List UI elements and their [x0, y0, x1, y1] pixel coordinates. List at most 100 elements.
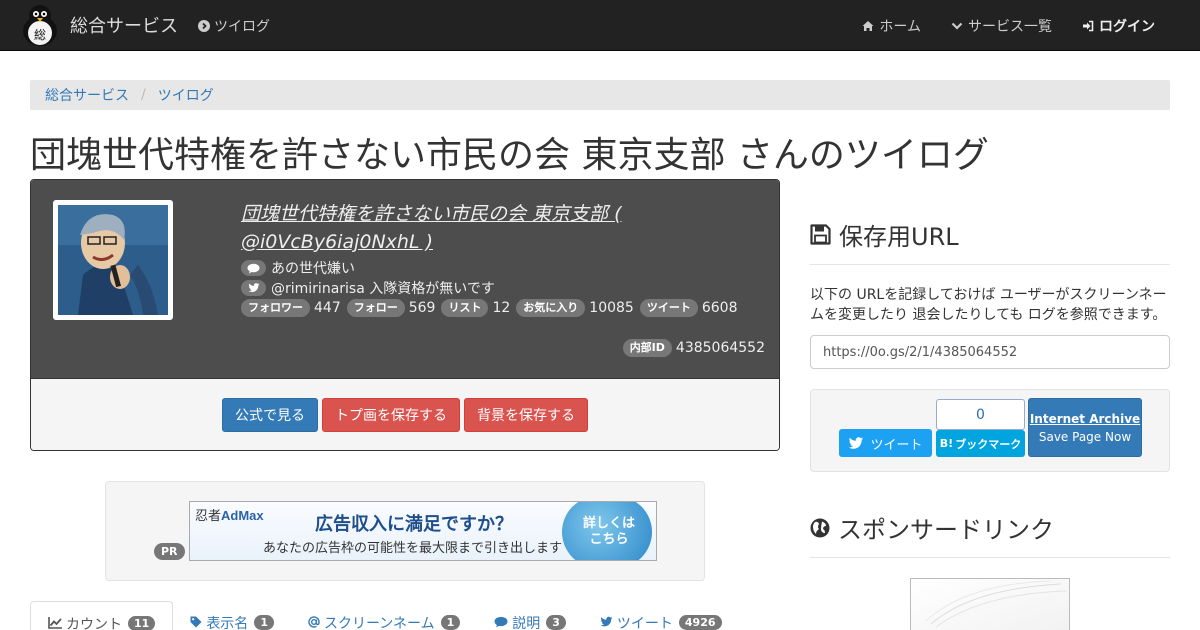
stat-followers-label: フォロワー — [241, 299, 310, 317]
nav-home[interactable]: ホーム — [862, 16, 921, 36]
tab-count-label: カウント — [66, 617, 122, 630]
penguin-logo-icon: 総 — [23, 5, 57, 46]
tab-screen-name[interactable]: スクリーンネーム 1 — [291, 601, 477, 630]
profile-stats: フォロワー 447 フォロー 569 リスト 12 お気に入り 10085 ツイ… — [241, 299, 743, 317]
internal-id-value: 4385064552 — [675, 340, 765, 356]
hatena-label: ブックマーク — [955, 437, 1022, 451]
profile-bio: あの世代嫌い — [271, 261, 355, 277]
stat-following-label: フォロー — [346, 299, 405, 317]
nav-login-label: ログイン — [1099, 19, 1155, 35]
breadcrumb-home[interactable]: 総合サービス — [45, 85, 129, 105]
hatena-icon: B! — [939, 437, 954, 450]
tab-tweets-badge: 4926 — [678, 615, 722, 630]
tab-tweets-label: ツイート — [616, 616, 673, 630]
save-url-description: 以下の URLを記録しておけば ユーザーがスクリーンネームを変更したり 退会した… — [810, 287, 1167, 323]
tweet-button[interactable]: ツイート — [839, 429, 932, 457]
tab-count[interactable]: カウント 11 — [30, 601, 174, 630]
stat-tweets-value: 6608 — [701, 300, 738, 316]
tab-display-name-badge: 1 — [254, 615, 274, 630]
ad-headline: 広告収入に満足ですか？ — [315, 514, 513, 535]
sponsor-title: スポンサードリンク — [838, 516, 1054, 544]
tab-description[interactable]: 説明 3 — [477, 601, 583, 630]
internal-id-row: 内部ID 4385064552 — [622, 339, 765, 357]
tab-description-label: 説明 — [512, 616, 541, 630]
profile-display-name[interactable]: 団塊世代特権を許さない市民の会 東京支部 ( @i0VcBy6iaj0NxhL … — [241, 200, 681, 256]
at-icon — [308, 616, 320, 628]
profile-twitter-row: @rimirinarisa 入隊資格が無いです — [241, 278, 495, 298]
divider — [810, 264, 1170, 265]
twitter-icon — [849, 436, 864, 449]
chevron-circle-right-icon — [198, 20, 210, 32]
breadcrumb-separator: / — [141, 87, 146, 103]
tab-tweets[interactable]: ツイート 4926 — [583, 601, 739, 630]
profile-twitter-line: @rimirinarisa 入隊資格が無いです — [271, 281, 495, 297]
tweet-label: ツイート — [870, 437, 923, 453]
view-official-button[interactable]: 公式で見る — [222, 398, 318, 432]
nav-services[interactable]: サービス一覧 — [951, 16, 1052, 36]
page-title: 団塊世代特権を許さない市民の会 東京支部 さんのツイログ — [30, 135, 989, 176]
profile-bio-row: あの世代嫌い — [241, 258, 355, 278]
save-avatar-button[interactable]: トプ画を保存する — [322, 398, 460, 432]
svg-text:総: 総 — [34, 28, 46, 42]
floppy-disk-icon — [810, 224, 831, 245]
sponsor-ad-frame[interactable] — [910, 578, 1070, 630]
comment-icon — [494, 616, 508, 628]
save-url-field[interactable] — [810, 335, 1170, 369]
internet-archive-subtitle: Save Page Now — [1038, 429, 1132, 444]
tab-screen-name-label: スクリーンネーム — [323, 616, 435, 630]
ad-logo-a: 忍者 — [195, 508, 222, 523]
chevron-down-icon — [951, 22, 963, 30]
ad-banner[interactable]: 忍者AdMax 広告収入に満足ですか？ あなたの広告枠の可能性を最大限まで引き出… — [189, 501, 657, 561]
tab-count-badge: 11 — [128, 616, 156, 630]
ad-logo: 忍者AdMax — [195, 505, 264, 524]
brand-name: 総合サービス — [70, 16, 178, 37]
brand-link[interactable]: 総 総合サービス — [20, 2, 178, 48]
tab-screen-name-badge: 1 — [440, 615, 461, 630]
tag-icon — [190, 616, 202, 628]
profile-panel: 団塊世代特権を許さない市民の会 東京支部 ( @i0VcBy6iaj0NxhL … — [30, 179, 780, 451]
tab-bar: カウント 11 表示名 1 スクリーンネーム 1 説明 3 ツイート 4926 — [30, 601, 739, 630]
ad-cta: 詳しくは こちら — [562, 502, 652, 560]
profile-actions: 公式で見る トプ画を保存する 背景を保存する — [31, 378, 779, 450]
stat-lists-value: 12 — [492, 300, 511, 316]
profile-header: 団塊世代特権を許さない市民の会 東京支部 ( @i0VcBy6iaj0NxhL … — [31, 180, 779, 378]
hatena-bookmark-button[interactable]: B! ブックマーク — [936, 430, 1025, 457]
home-icon — [862, 21, 874, 31]
save-url-title: 保存用URL — [839, 223, 959, 251]
twitter-icon — [241, 280, 266, 296]
sponsor-ad-image — [925, 580, 1067, 628]
internet-archive-button[interactable]: Internet Archive Save Page Now — [1028, 398, 1142, 457]
line-chart-icon — [48, 617, 62, 629]
pr-badge: PR — [154, 543, 185, 560]
internet-archive-title: Internet Archive — [1029, 411, 1141, 426]
tab-display-name[interactable]: 表示名 1 — [173, 601, 291, 630]
ad-cta-line2: こちら — [589, 532, 629, 547]
nav-twilog-link[interactable]: ツイログ — [198, 16, 270, 36]
sponsor-heading: スポンサードリンク — [810, 510, 1054, 545]
avatar-frame — [53, 200, 173, 320]
nav-right: ホーム サービス一覧 ログイン — [862, 16, 1155, 36]
internal-id-label: 内部ID — [622, 339, 672, 357]
sign-in-icon — [1083, 20, 1094, 32]
stat-following-value: 569 — [408, 300, 436, 316]
hatena-count[interactable]: 0 — [936, 399, 1025, 430]
stat-followers-value: 447 — [314, 300, 341, 316]
twitter-icon — [600, 616, 613, 627]
save-url-heading: 保存用URL — [810, 217, 959, 252]
breadcrumb: 総合サービス / ツイログ — [30, 80, 1170, 110]
breadcrumb-twilog[interactable]: ツイログ — [158, 85, 214, 105]
nav-twilog-label: ツイログ — [214, 19, 270, 35]
avatar — [58, 205, 168, 315]
ad-logo-b: AdMax — [221, 508, 264, 523]
stat-favorites-value: 10085 — [589, 300, 634, 316]
save-background-button[interactable]: 背景を保存する — [464, 398, 588, 432]
nav-login[interactable]: ログイン — [1082, 16, 1155, 36]
globe-icon — [810, 518, 830, 537]
tab-description-badge: 3 — [546, 615, 566, 630]
comment-icon — [241, 260, 266, 276]
nav-home-label: ホーム — [879, 19, 921, 35]
stat-lists-label: リスト — [441, 299, 489, 317]
stat-favorites-label: お気に入り — [516, 299, 586, 317]
divider — [810, 557, 1170, 558]
ad-cta-line1: 詳しくは — [582, 516, 635, 531]
